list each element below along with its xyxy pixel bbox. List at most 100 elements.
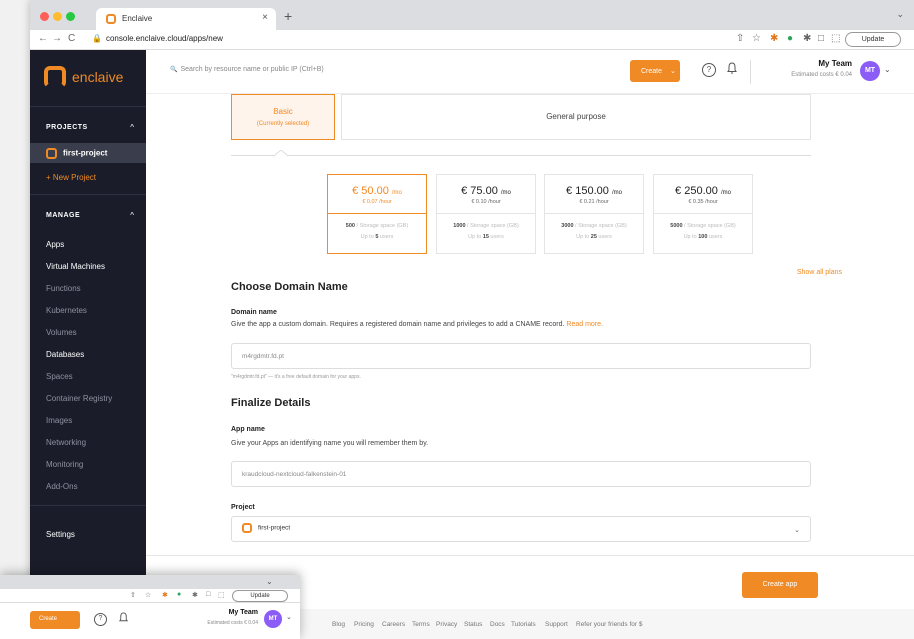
extension-icon[interactable]: ●: [787, 33, 793, 44]
sidebar-panel-icon[interactable]: □: [818, 33, 824, 44]
sidebar-item-virtual-machines[interactable]: Virtual Machines: [46, 262, 105, 271]
new-tab-icon[interactable]: +: [284, 8, 292, 24]
share-icon[interactable]: ⇧: [736, 33, 744, 44]
new-project-link[interactable]: + New Project: [46, 173, 96, 182]
sidebar-item-volumes[interactable]: Volumes: [46, 328, 77, 337]
search-input[interactable]: 🔍 Search by resource name or public IP (C…: [170, 66, 324, 73]
sidebar-item-kubernetes[interactable]: Kubernetes: [46, 306, 87, 315]
price-option-75[interactable]: € 75.00 /mo € 0.10 /hour 1000 / Storage …: [436, 174, 536, 254]
sidebar-item-settings[interactable]: Settings: [46, 530, 75, 539]
bell-icon[interactable]: [726, 62, 738, 78]
extensions-puzzle-icon[interactable]: ✱: [192, 591, 198, 599]
maximize-window-dot[interactable]: [66, 12, 75, 21]
avatar[interactable]: MT: [264, 610, 282, 628]
sidebar-item-add-ons[interactable]: Add-Ons: [46, 482, 78, 491]
price-split: [654, 213, 752, 214]
price-hourly: € 0.10 /hour: [471, 199, 501, 205]
chevron-down-icon: ⌄: [669, 68, 676, 75]
update-button[interactable]: Update: [845, 32, 901, 47]
create-button[interactable]: Create ⌄: [630, 60, 680, 82]
team-name[interactable]: My Team: [762, 59, 852, 68]
footer-link-docs[interactable]: Docs: [490, 621, 505, 628]
footer-link-tutorials[interactable]: Tutorials: [511, 621, 536, 628]
secondary-tab-bar: ⌄: [0, 575, 300, 589]
price-split: [437, 213, 535, 214]
price-storage: 3000 / Storage space (GB): [545, 223, 643, 229]
sidebar-panel-icon[interactable]: □: [206, 591, 210, 598]
team-name[interactable]: My Team: [140, 609, 258, 616]
read-more-link[interactable]: Read more.: [566, 321, 603, 328]
help-icon[interactable]: ?: [702, 63, 716, 77]
create-button[interactable]: Create: [30, 611, 80, 629]
pointer-caret-icon: [274, 150, 288, 157]
extension-icon[interactable]: ●: [177, 591, 181, 598]
manage-collapse-icon[interactable]: ^: [130, 211, 134, 220]
chevron-down-icon[interactable]: ⌄: [266, 577, 273, 586]
app-name-value: kraudcloud-nextcloud-falkenstein-01: [242, 471, 347, 478]
sidebar-item-first-project[interactable]: first-project: [30, 143, 146, 163]
manage-header[interactable]: MANAGE: [46, 212, 80, 219]
enclaive-favicon-icon: [106, 14, 116, 24]
browser-tab[interactable]: Enclaive ×: [96, 8, 276, 30]
domain-name-field[interactable]: m4rgdmtr.fd.pt: [231, 343, 811, 369]
chevron-down-icon[interactable]: ⌄: [286, 613, 292, 621]
domain-desc-text: Give the app a custom domain. Requires a…: [231, 321, 565, 328]
footer-link-terms[interactable]: Terms: [412, 621, 430, 628]
bell-icon[interactable]: [118, 611, 129, 629]
plan-basic[interactable]: Basic (Currently selected): [231, 94, 335, 140]
sidebar-item-container-registry[interactable]: Container Registry: [46, 394, 112, 403]
tab-bar: Enclaive × + ⌄: [30, 0, 914, 30]
minimize-window-dot[interactable]: [53, 12, 62, 21]
metamask-extension-icon[interactable]: ✱: [770, 33, 778, 44]
app-name-field[interactable]: kraudcloud-nextcloud-falkenstein-01: [231, 461, 811, 487]
tab-search-chevron-icon[interactable]: ⌄: [896, 9, 904, 20]
close-window-dot[interactable]: [40, 12, 49, 21]
storage-text: / Storage space (GB): [354, 223, 409, 229]
storage-num: 500: [345, 223, 355, 229]
tab-close-icon[interactable]: ×: [262, 12, 268, 23]
bookmark-star-icon[interactable]: ☆: [145, 591, 151, 599]
profile-icon[interactable]: ⬚: [218, 591, 225, 599]
bookmark-star-icon[interactable]: ☆: [752, 33, 761, 44]
sidebar-item-images[interactable]: Images: [46, 416, 72, 425]
footer-link-careers[interactable]: Careers: [382, 621, 405, 628]
users-pre: Up to: [683, 234, 699, 240]
extensions-puzzle-icon[interactable]: ✱: [803, 33, 811, 44]
avatar[interactable]: MT: [860, 61, 880, 81]
create-app-button[interactable]: Create app: [742, 572, 818, 598]
profile-icon[interactable]: ⬚: [831, 33, 840, 44]
create-label: Create: [641, 68, 663, 75]
plan-general-purpose[interactable]: General purpose: [341, 94, 811, 140]
tab-title: Enclaive: [122, 14, 153, 23]
sidebar-item-networking[interactable]: Networking: [46, 438, 86, 447]
footer-link-support[interactable]: Support: [545, 621, 568, 628]
storage-num: 3000: [561, 223, 574, 229]
projects-header[interactable]: PROJECTS: [46, 124, 88, 131]
chevron-down-icon[interactable]: ⌄: [884, 65, 891, 74]
sidebar-item-monitoring[interactable]: Monitoring: [46, 460, 83, 469]
url-field[interactable]: 🔒 console.enclaive.cloud/apps/new: [92, 34, 223, 43]
forward-icon[interactable]: →: [52, 33, 62, 44]
show-all-plans-link[interactable]: Show all plans: [766, 269, 842, 276]
metamask-extension-icon[interactable]: ✱: [162, 591, 168, 599]
footer-link-blog[interactable]: Blog: [332, 621, 345, 628]
brand-logo[interactable]: enclaive: [44, 66, 123, 88]
footer-link-privacy[interactable]: Privacy: [436, 621, 457, 628]
footer-link-status[interactable]: Status: [464, 621, 482, 628]
price-option-250[interactable]: € 250.00 /mo € 0.35 /hour 5000 / Storage…: [653, 174, 753, 254]
sidebar-item-spaces[interactable]: Spaces: [46, 372, 73, 381]
footer-link-refer[interactable]: Refer your friends for $: [576, 621, 642, 628]
sidebar-item-databases[interactable]: Databases: [46, 350, 84, 359]
sidebar-item-functions[interactable]: Functions: [46, 284, 81, 293]
help-icon[interactable]: ?: [94, 613, 107, 626]
price-option-150[interactable]: € 150.00 /mo € 0.21 /hour 3000 / Storage…: [544, 174, 644, 254]
project-select[interactable]: first-project ⌄: [231, 516, 811, 542]
share-icon[interactable]: ⇧: [130, 591, 136, 599]
reload-icon[interactable]: C: [68, 33, 75, 44]
projects-collapse-icon[interactable]: ^: [130, 123, 134, 132]
footer-link-pricing[interactable]: Pricing: [354, 621, 374, 628]
update-button[interactable]: Update: [232, 590, 288, 602]
price-option-50[interactable]: € 50.00 /mo € 0.07 /hour 500 / Storage s…: [327, 174, 427, 254]
sidebar-item-apps[interactable]: Apps: [46, 240, 64, 249]
back-icon[interactable]: ←: [38, 33, 48, 44]
